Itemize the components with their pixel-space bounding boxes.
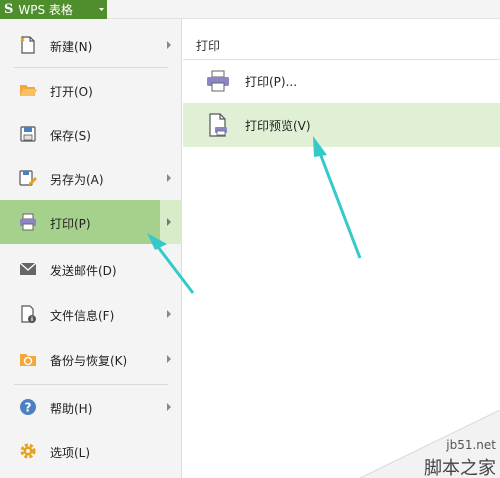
chevron-right-icon [166, 174, 172, 182]
chevron-right-icon [166, 41, 172, 49]
save-icon [18, 124, 38, 144]
file-info-icon [18, 304, 38, 324]
menu-item-send-email[interactable]: 发送邮件(D) [0, 247, 182, 291]
menu-item-print[interactable]: 打印(P) [0, 200, 182, 244]
submenu-title: 打印 [196, 39, 221, 53]
chevron-right-icon [166, 218, 172, 226]
print-preview-icon [205, 113, 231, 137]
menu-item-new[interactable]: 新建(N) [0, 23, 182, 67]
menu-item-backup-restore[interactable]: 备份与恢复(K) [0, 337, 182, 381]
watermark-name: 脚本之家 [424, 458, 496, 478]
new-file-icon [18, 35, 38, 55]
save-as-icon [18, 168, 38, 188]
site-watermark: jb51.net 脚本之家 [360, 410, 500, 478]
menu-item-open-label: 打开(O) [50, 85, 93, 99]
chevron-right-icon [166, 403, 172, 411]
gear-icon [18, 441, 38, 461]
folder-open-icon [18, 80, 38, 100]
file-menu-pane: 新建(N) 打开(O) 保存(S) 另存为(A) 打印(P) 发送邮件(D) 文… [0, 19, 182, 478]
submenu-item-print-label: 打印(P)... [245, 75, 298, 89]
menu-item-save-label: 保存(S) [50, 129, 91, 143]
menu-item-backup-restore-label: 备份与恢复(K) [50, 354, 128, 368]
menu-item-save-as[interactable]: 另存为(A) [0, 156, 182, 200]
chevron-right-icon [166, 355, 172, 363]
dropdown-arrow-icon [96, 3, 107, 16]
submenu-item-print-preview[interactable]: 打印预览(V) [183, 103, 500, 147]
wps-logo-icon: S [4, 2, 14, 17]
watermark-site: jb51.net [446, 438, 496, 452]
menu-item-file-info-label: 文件信息(F) [50, 309, 115, 323]
menu-item-new-label: 新建(N) [50, 40, 93, 54]
backup-icon [18, 349, 38, 369]
menu-item-send-email-label: 发送邮件(D) [50, 264, 117, 278]
menu-item-save-as-label: 另存为(A) [50, 173, 104, 187]
mail-icon [18, 259, 38, 279]
menu-item-open[interactable]: 打开(O) [0, 68, 182, 112]
wps-app-menu-button[interactable]: S WPS 表格 [0, 0, 107, 19]
printer-icon [18, 212, 38, 232]
svg-text:?: ? [25, 401, 32, 415]
menu-item-options[interactable]: 选项(L) [0, 429, 182, 473]
printer-icon [205, 69, 231, 93]
submenu-item-print-preview-label: 打印预览(V) [245, 119, 311, 133]
submenu-item-print[interactable]: 打印(P)... [183, 59, 500, 103]
title-bar: S WPS 表格 [0, 0, 500, 19]
menu-item-print-label: 打印(P) [50, 217, 91, 231]
chevron-right-icon [166, 310, 172, 318]
menu-item-help-label: 帮助(H) [50, 402, 93, 416]
menu-item-save[interactable]: 保存(S) [0, 112, 182, 156]
menu-item-file-info[interactable]: 文件信息(F) [0, 292, 182, 336]
menu-item-options-label: 选项(L) [50, 446, 91, 460]
app-title: WPS 表格 [18, 3, 73, 17]
menu-item-help[interactable]: ? 帮助(H) [0, 385, 182, 429]
help-icon: ? [18, 397, 38, 417]
